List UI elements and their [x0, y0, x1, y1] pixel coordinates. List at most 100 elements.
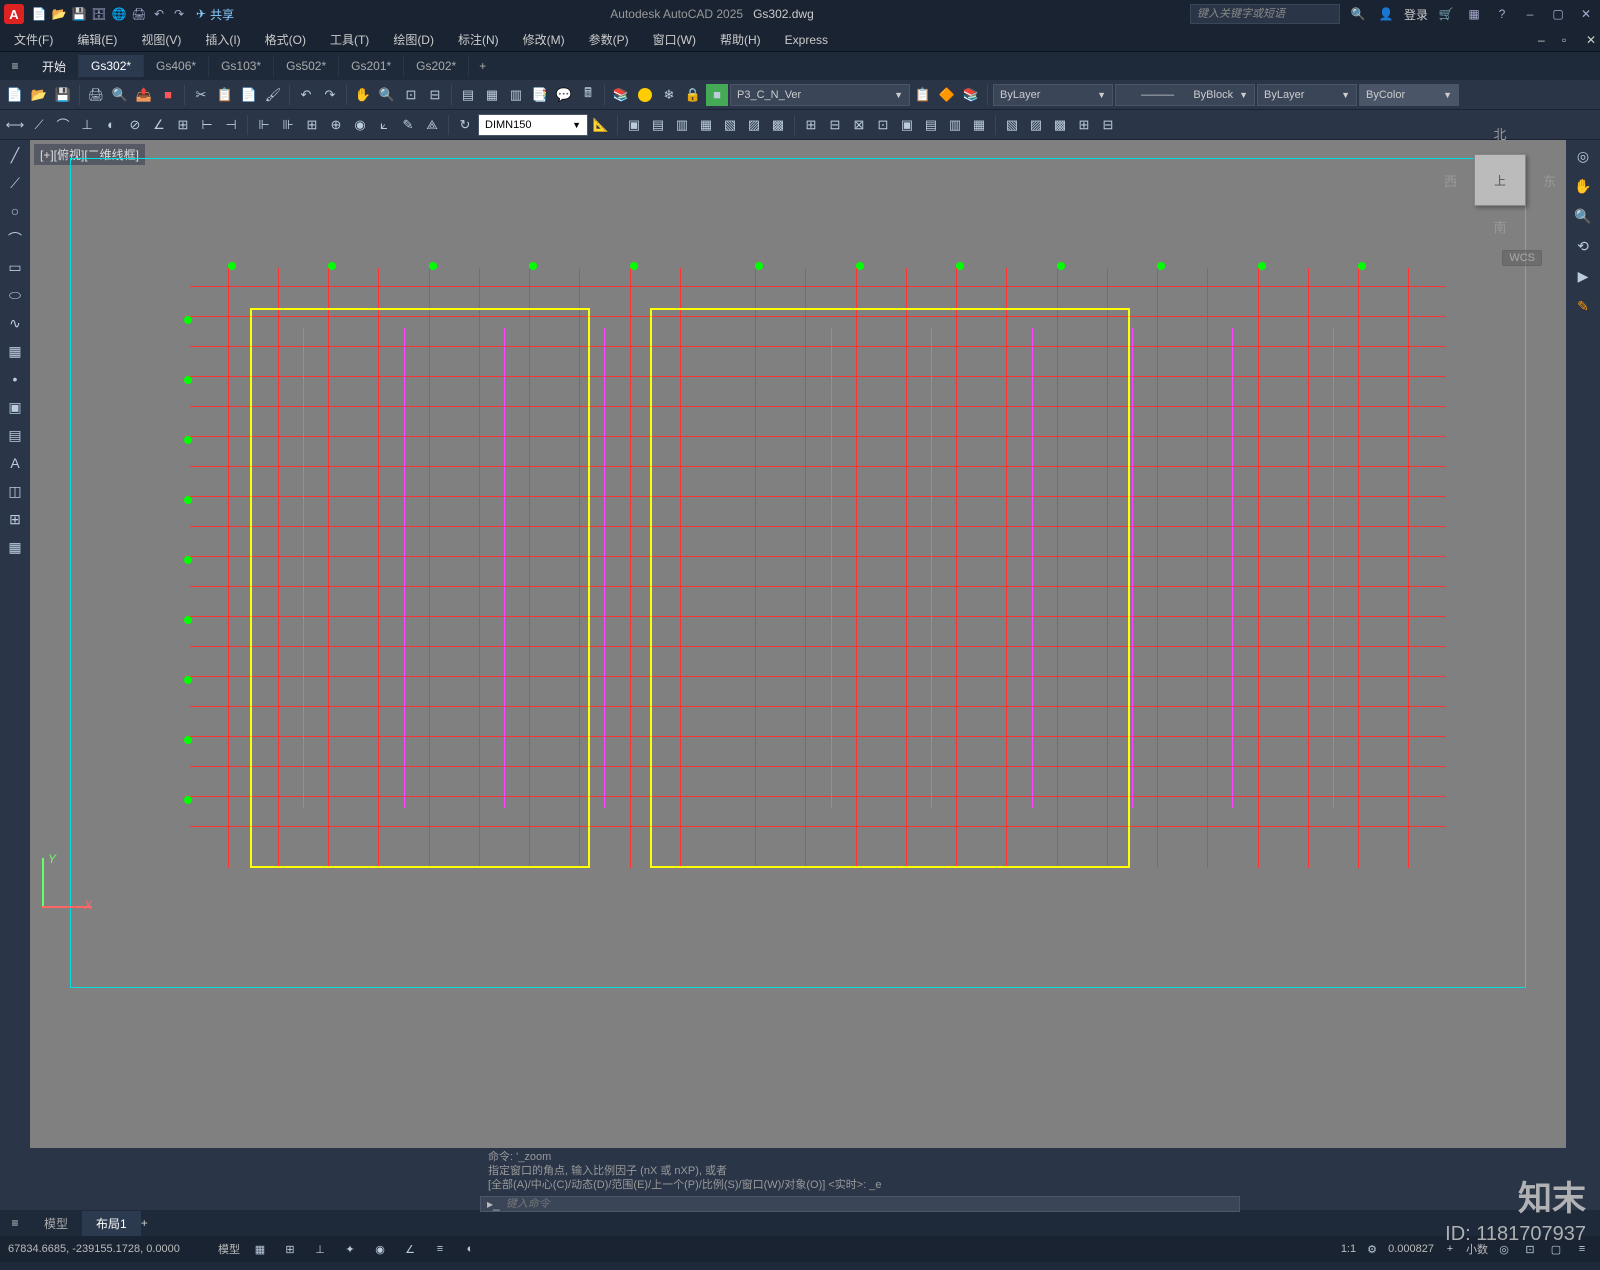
tb-sheet-icon[interactable]: 📑 — [529, 84, 551, 106]
command-input[interactable] — [506, 1198, 1233, 1210]
search-input[interactable]: 键入关键字或短语 — [1190, 4, 1340, 24]
menu-param[interactable]: 参数(P) — [579, 29, 639, 50]
tb-zoom-icon[interactable]: 🔍 — [376, 84, 398, 106]
menu-tools[interactable]: 工具(T) — [320, 29, 379, 50]
tb-layerstates-icon[interactable]: 📋 — [912, 84, 934, 106]
tb2-i-icon[interactable]: ⊟ — [824, 114, 846, 136]
tb-qcalc-icon[interactable]: 🖩 — [577, 84, 599, 106]
tb-paste-icon[interactable]: 📄 — [238, 84, 260, 106]
tb2-g-icon[interactable]: ▩ — [767, 114, 789, 136]
centermark-icon[interactable]: ⊕ — [325, 114, 347, 136]
lineweight-dropdown[interactable]: ——— ByBlock▼ — [1115, 84, 1255, 106]
drawing-canvas[interactable]: [+][俯视][二维线框] — [30, 140, 1566, 1148]
nav-pencil-icon[interactable]: ✎ — [1571, 294, 1595, 318]
cart-icon[interactable]: 🛒 — [1436, 4, 1456, 24]
tb-layermgmt-icon[interactable]: 📚 — [960, 84, 982, 106]
navwheel-icon[interactable]: ◎ — [1571, 144, 1595, 168]
tb-zoomp-icon[interactable]: ⊟ — [424, 84, 446, 106]
tb-pdf-icon[interactable]: ■ — [157, 84, 179, 106]
mtext-icon[interactable]: A — [4, 452, 26, 474]
help-icon[interactable]: ? — [1492, 4, 1512, 24]
tab-gs502[interactable]: Gs502* — [274, 55, 339, 77]
tb-tool-icon[interactable]: ▥ — [505, 84, 527, 106]
tb2-p-icon[interactable]: ▧ — [1001, 114, 1023, 136]
tb-layeron-icon[interactable] — [634, 84, 656, 106]
tb2-e-icon[interactable]: ▧ — [719, 114, 741, 136]
tab-gs406[interactable]: Gs406* — [144, 55, 209, 77]
tb2-t-icon[interactable]: ⊟ — [1097, 114, 1119, 136]
tb2-r-icon[interactable]: ▩ — [1049, 114, 1071, 136]
tb-print-icon[interactable]: 🖨 — [85, 84, 107, 106]
dimstyle-dropdown[interactable]: DIMN150▼ — [478, 114, 588, 136]
linetype-dropdown[interactable]: ByLayer▼ — [1257, 84, 1357, 106]
layer-dropdown[interactable]: ByLayer▼ — [993, 84, 1113, 106]
menu-edit[interactable]: 编辑(E) — [67, 29, 127, 50]
menu-file[interactable]: 文件(F) — [4, 29, 63, 50]
table-icon[interactable]: ▤ — [4, 424, 26, 446]
nav-zoom-icon[interactable]: 🔍 — [1571, 204, 1595, 228]
menu-window[interactable]: 窗口(W) — [643, 29, 706, 50]
save-icon[interactable]: 💾 — [70, 5, 88, 23]
point-icon[interactable]: • — [4, 368, 26, 390]
menu-express[interactable]: Express — [775, 31, 838, 49]
dim-angular-icon[interactable]: ∠ — [148, 114, 170, 136]
layout-1[interactable]: 布局1 — [82, 1211, 141, 1236]
viewcube-top[interactable]: 上 — [1474, 154, 1526, 206]
dim-space-icon[interactable]: ⊩ — [253, 114, 275, 136]
osnap-toggle-icon[interactable]: ◉ — [370, 1239, 390, 1259]
tb-layercolor-icon[interactable]: ■ — [706, 84, 728, 106]
tb-redo-icon[interactable]: ↷ — [319, 84, 341, 106]
autocad-logo-icon[interactable]: A — [4, 4, 24, 24]
rectangle-icon[interactable]: ▭ — [4, 256, 26, 278]
tab-menu-icon[interactable]: ≡ — [4, 55, 26, 77]
menu-insert[interactable]: 插入(I) — [195, 29, 250, 50]
dimstylemgr-icon[interactable]: 📐 — [590, 114, 612, 136]
tb-dc-icon[interactable]: ▦ — [481, 84, 503, 106]
tb2-a-icon[interactable]: ▣ — [623, 114, 645, 136]
layer-filter-dropdown[interactable]: P3_C_N_Ver▼ — [730, 84, 910, 106]
wcs-label[interactable]: WCS — [1502, 250, 1542, 266]
tb-layeriso-icon[interactable]: 🔶 — [936, 84, 958, 106]
tb2-l-icon[interactable]: ▣ — [896, 114, 918, 136]
tb2-m-icon[interactable]: ▤ — [920, 114, 942, 136]
layout-model[interactable]: 模型 — [30, 1211, 82, 1236]
status-angle[interactable]: 0.000827 — [1388, 1243, 1434, 1255]
doc-minimize-icon[interactable]: – — [1528, 31, 1548, 49]
snap-toggle-icon[interactable]: ⊞ — [280, 1239, 300, 1259]
arc-icon[interactable]: ⌒ — [4, 228, 26, 250]
nav-showmotion-icon[interactable]: ▶ — [1571, 264, 1595, 288]
dim-linear-icon[interactable]: ⟷ — [4, 114, 26, 136]
open-icon[interactable]: 📂 — [50, 5, 68, 23]
tb2-q-icon[interactable]: ▨ — [1025, 114, 1047, 136]
menu-modify[interactable]: 修改(M) — [513, 29, 575, 50]
circle-icon[interactable]: ○ — [4, 200, 26, 222]
polyline-icon[interactable]: ⟋ — [4, 172, 26, 194]
tb2-h-icon[interactable]: ⊞ — [800, 114, 822, 136]
hatch-icon[interactable]: ▦ — [4, 340, 26, 362]
viewcube-n[interactable]: 北 — [1493, 124, 1506, 143]
viewcube-w[interactable]: 西 — [1444, 171, 1457, 190]
tb-markup-icon[interactable]: 💬 — [553, 84, 575, 106]
inspect-icon[interactable]: ◉ — [349, 114, 371, 136]
login-label[interactable]: 登录 — [1404, 6, 1428, 23]
apps-icon[interactable]: ▦ — [1464, 4, 1484, 24]
view-cube[interactable]: 北 南 东 西 上 — [1450, 130, 1550, 230]
nav-orbit-icon[interactable]: ⟲ — [1571, 234, 1595, 258]
tb2-j-icon[interactable]: ⊠ — [848, 114, 870, 136]
otrack-toggle-icon[interactable]: ∠ — [400, 1239, 420, 1259]
dimtedit-icon[interactable]: ⟁ — [421, 114, 443, 136]
groupicon[interactable]: ▦ — [4, 536, 26, 558]
tb-undo-icon[interactable]: ↶ — [295, 84, 317, 106]
viewcube-s[interactable]: 南 — [1493, 217, 1506, 236]
tb-layerthaw-icon[interactable]: ❄ — [658, 84, 680, 106]
tb-props-icon[interactable]: ▤ — [457, 84, 479, 106]
plot-icon[interactable]: 🖨 — [130, 5, 148, 23]
maximize-icon[interactable]: ▢ — [1548, 4, 1568, 24]
tb-publish-icon[interactable]: 📤 — [133, 84, 155, 106]
menu-view[interactable]: 视图(V) — [131, 29, 191, 50]
tb-layerlock-icon[interactable]: 🔒 — [682, 84, 704, 106]
viewcube-e[interactable]: 东 — [1543, 171, 1556, 190]
redo-icon[interactable]: ↷ — [170, 5, 188, 23]
dim-baseline-icon[interactable]: ⊢ — [196, 114, 218, 136]
add-tab-icon[interactable]: + — [469, 55, 496, 77]
